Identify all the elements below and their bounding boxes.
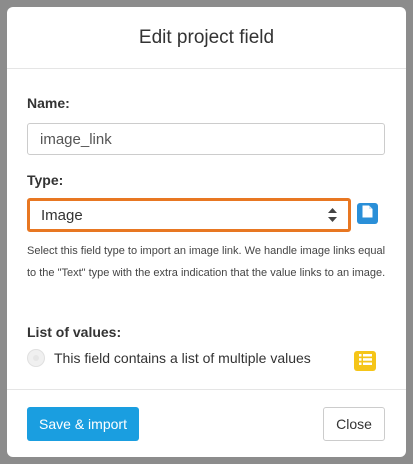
checkbox-dot-icon bbox=[33, 355, 39, 361]
save-import-button[interactable]: Save & import bbox=[27, 407, 139, 441]
type-help-text: Select this field type to import an imag… bbox=[27, 245, 386, 279]
list-checkbox[interactable] bbox=[27, 349, 45, 367]
edit-project-field-dialog: Edit project field Name: image_link Type… bbox=[7, 7, 406, 457]
dialog-footer: Save & import Close bbox=[7, 389, 406, 457]
list-checkbox-row[interactable]: This field contains a list of multiple v… bbox=[27, 349, 387, 367]
dialog-title: Edit project field bbox=[138, 26, 275, 48]
type-select[interactable]: Image bbox=[27, 198, 351, 232]
dialog-body: Name: image_link Type: Image Select this bbox=[7, 69, 406, 389]
name-input-value: image_link bbox=[40, 130, 112, 148]
select-arrows-icon bbox=[328, 208, 337, 222]
document-icon bbox=[362, 205, 373, 223]
name-label: Name: bbox=[27, 95, 70, 111]
list-values-button[interactable] bbox=[354, 351, 376, 371]
dialog-header: Edit project field bbox=[7, 7, 406, 69]
type-label: Type: bbox=[27, 172, 64, 188]
close-button[interactable]: Close bbox=[323, 407, 385, 441]
list-checkbox-label: This field contains a list of multiple v… bbox=[54, 350, 311, 366]
name-input[interactable]: image_link bbox=[27, 123, 385, 155]
list-of-values-label: List of values: bbox=[27, 324, 122, 340]
list-icon bbox=[358, 352, 372, 370]
type-select-value: Image bbox=[41, 206, 83, 224]
type-info-button[interactable] bbox=[357, 203, 378, 224]
